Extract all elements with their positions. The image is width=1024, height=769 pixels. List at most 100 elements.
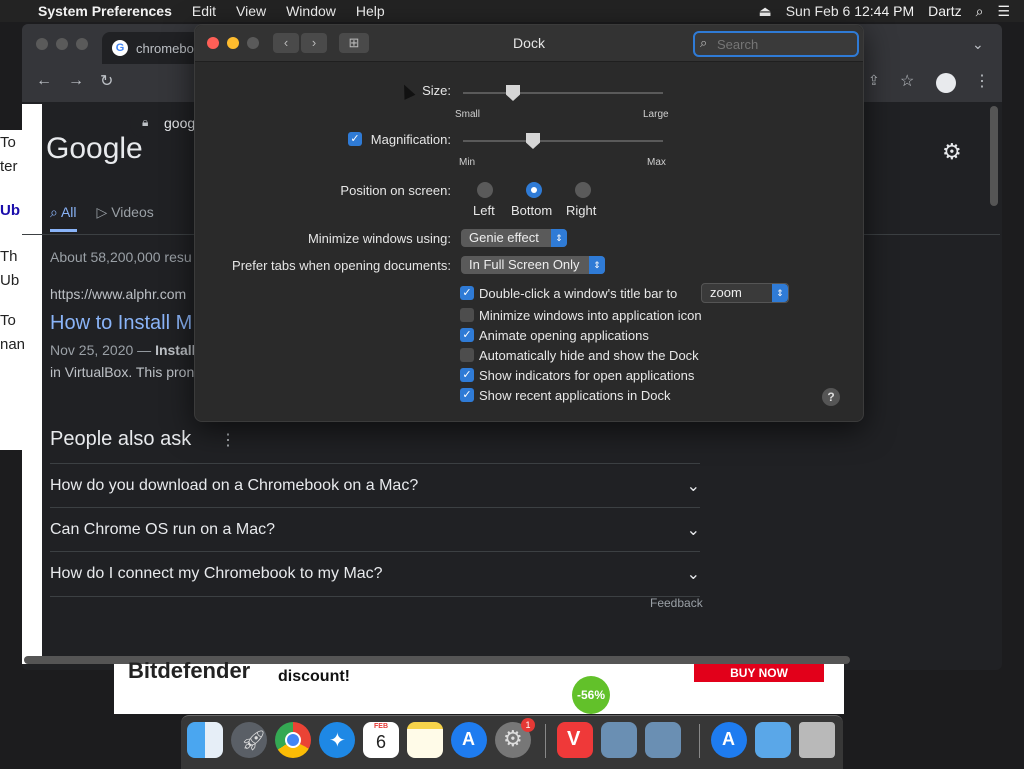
double-click-action-popup[interactable]: zoom ⇕: [701, 283, 789, 303]
menu-view[interactable]: View: [236, 3, 266, 19]
help-button[interactable]: ?: [822, 388, 840, 406]
notification-badge: 1: [521, 718, 535, 732]
fragment-text: nan: [0, 336, 26, 353]
size-slider-track[interactable]: [463, 92, 663, 94]
magnification-slider-track[interactable]: [463, 140, 663, 142]
reload-icon[interactable]: ↻: [100, 71, 113, 91]
mag-min-label: Min: [459, 157, 476, 168]
system-preferences-icon[interactable]: ⚙ 1: [495, 718, 535, 758]
option-checkbox[interactable]: ✓: [460, 368, 474, 382]
search-field[interactable]: ⌕: [693, 31, 859, 57]
option-label: Animate opening applications: [479, 328, 649, 343]
option-label: Automatically hide and show the Dock: [479, 348, 699, 363]
trash-icon[interactable]: [799, 722, 835, 758]
address-text: goog: [164, 115, 196, 131]
result-title-link[interactable]: How to Install M: [50, 312, 192, 335]
ad-banner[interactable]: Bitdefender discount! -56% BUY NOW: [114, 658, 844, 714]
virtualbox-vm-icon[interactable]: [645, 722, 681, 758]
virtualbox-icon[interactable]: [601, 722, 637, 758]
chevron-down-icon: ⌄: [686, 478, 700, 495]
option-checkbox[interactable]: ✓: [460, 388, 474, 402]
menu-window[interactable]: Window: [286, 3, 336, 19]
share-icon[interactable]: ⇪: [868, 72, 880, 89]
position-bottom-radio[interactable]: [526, 182, 542, 198]
prefer-tabs-popup[interactable]: In Full Screen Only ⇕: [461, 256, 605, 274]
fragment-text: ter: [0, 158, 18, 175]
back-arrow-icon[interactable]: ←: [36, 72, 52, 90]
dock-separator: [545, 724, 546, 758]
paa-question[interactable]: How do I connect my Chromebook to my Mac…: [50, 551, 700, 597]
calendar-icon[interactable]: FEB 6: [363, 722, 399, 758]
dock-preferences-window: ‹ › ⊞ Dock ⌕ Size: Small Large ✓ Magnifi…: [194, 24, 864, 422]
spotlight-search-icon[interactable]: ⌕: [976, 3, 984, 20]
menu-datetime[interactable]: Sun Feb 6 12:44 PM: [786, 3, 914, 19]
chrome-menu-icon[interactable]: ⋮: [974, 71, 990, 91]
feedback-link[interactable]: Feedback: [650, 596, 703, 610]
popup-arrows-icon: ⇕: [589, 256, 605, 274]
finder-icon[interactable]: [187, 722, 223, 758]
fragment-text: To: [0, 312, 16, 329]
vertical-scrollbar[interactable]: [990, 106, 998, 206]
prefer-tabs-value: In Full Screen Only: [469, 257, 580, 272]
option-checkbox[interactable]: [460, 308, 474, 322]
paa-question[interactable]: How do you download on a Chromebook on a…: [50, 463, 700, 508]
ad-badge: -56%: [572, 676, 610, 714]
double-click-checkbox[interactable]: ✓: [460, 286, 474, 300]
menu-bar: System Preferences Edit View Window Help…: [0, 0, 1024, 22]
chrome-minimize-button[interactable]: [56, 38, 68, 50]
popup-arrows-icon: ⇕: [772, 284, 788, 302]
google-logo[interactable]: Google: [46, 132, 143, 166]
menu-help[interactable]: Help: [356, 3, 385, 19]
tab-videos[interactable]: ▷ Videos: [97, 204, 154, 232]
position-left-radio[interactable]: [477, 182, 493, 198]
fragment-text: Ub: [0, 202, 20, 219]
app-store-download-icon[interactable]: A: [711, 722, 747, 758]
option-checkbox[interactable]: [460, 348, 474, 362]
position-left-label: Left: [473, 203, 495, 218]
app-store-icon[interactable]: A: [451, 722, 487, 758]
tab-all[interactable]: ⌕ All: [50, 204, 77, 232]
forward-arrow-icon[interactable]: →: [68, 72, 84, 90]
option-label: Minimize windows into application icon: [479, 308, 702, 323]
chrome-icon[interactable]: [275, 722, 311, 758]
search-input[interactable]: [715, 34, 849, 54]
chrome-close-button[interactable]: [36, 38, 48, 50]
option-checkbox[interactable]: ✓: [460, 328, 474, 342]
minimize-effect-popup[interactable]: Genie effect ⇕: [461, 229, 567, 247]
app-menu[interactable]: System Preferences: [38, 3, 172, 19]
chrome-zoom-button[interactable]: [76, 38, 88, 50]
minimize-effect-value: Genie effect: [469, 230, 539, 245]
magnification-slider-thumb[interactable]: [526, 133, 540, 149]
google-favicon-icon: G: [112, 40, 128, 56]
eject-icon[interactable]: ⏏: [758, 3, 771, 20]
result-url[interactable]: https://www.alphr.com: [50, 286, 186, 302]
result-snippet-line1: Nov 25, 2020 — Install: [50, 342, 196, 358]
search-icon: ⌕: [50, 204, 61, 220]
paa-more-icon[interactable]: ⋮: [220, 430, 236, 450]
video-icon: ▷: [96, 204, 112, 220]
tab-search-chevron-icon[interactable]: ⌄: [972, 36, 984, 53]
position-right-radio[interactable]: [575, 182, 591, 198]
mag-max-label: Max: [647, 157, 666, 168]
results-count: About 58,200,000 resu: [50, 249, 192, 265]
menu-edit[interactable]: Edit: [192, 3, 216, 19]
launchpad-icon[interactable]: 🚀︎: [231, 722, 267, 758]
ad-cta-button[interactable]: BUY NOW: [694, 664, 824, 682]
profile-avatar[interactable]: [936, 73, 956, 93]
menu-user[interactable]: Dartz: [928, 3, 961, 19]
result-snippet-line2: in VirtualBox. This pron: [50, 364, 195, 380]
safari-icon[interactable]: ✦: [319, 722, 355, 758]
bookmark-star-icon[interactable]: ☆: [900, 71, 914, 91]
control-center-icon[interactable]: ☰: [997, 3, 1010, 20]
people-also-ask-title: People also ask: [50, 428, 192, 450]
size-slider-thumb[interactable]: [506, 85, 520, 101]
notes-icon[interactable]: [407, 722, 443, 758]
fragment-text: Th: [0, 248, 18, 265]
vivaldi-icon[interactable]: V: [557, 722, 593, 758]
search-icon: ⌕: [700, 35, 708, 50]
settings-gear-icon[interactable]: ⚙: [942, 139, 962, 165]
size-min-label: Small: [455, 109, 481, 120]
downloads-folder-icon[interactable]: [755, 722, 791, 758]
prefer-tabs-label: Prefer tabs when opening documents:: [232, 258, 451, 273]
paa-question[interactable]: Can Chrome OS run on a Mac? ⌄: [50, 507, 700, 552]
